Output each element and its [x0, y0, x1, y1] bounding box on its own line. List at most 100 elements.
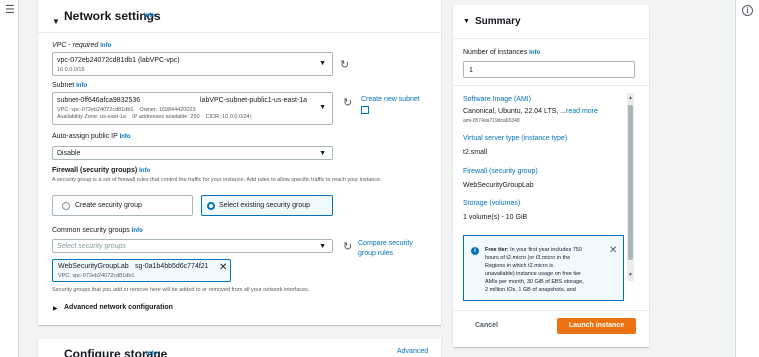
num-instances-value: 1 — [469, 67, 473, 74]
scroll-down-icon[interactable]: ▼ — [628, 272, 633, 278]
scroll-up-icon[interactable]: ▲ — [628, 95, 633, 101]
info-icon[interactable]: i — [742, 5, 753, 16]
free-tier-line: unavailable) instance usage on free tier — [485, 271, 582, 277]
advanced-network-toggle[interactable]: Advanced network configuration — [64, 304, 173, 311]
free-tier-line: AMIs per month, 30 GiB of EBS storage, — [485, 279, 584, 285]
chevron-down-icon: ▼ — [319, 104, 326, 111]
radio-existing-sg[interactable]: Select existing security group — [201, 195, 333, 216]
summary-title: Summary — [475, 16, 521, 27]
radio-selected-icon — [207, 202, 215, 210]
cancel-button[interactable]: Cancel — [475, 322, 498, 329]
num-instances-info-link[interactable]: Info — [529, 50, 540, 56]
free-tier-line: Free tier: In your first year includes 7… — [485, 246, 605, 254]
help-panel-rail: i — [735, 0, 759, 357]
free-tier-alert: i Free tier: In your first year includes… — [463, 235, 624, 301]
auto-ip-select[interactable]: Disable ▼ — [52, 146, 333, 160]
security-groups-select[interactable]: Select security groups ▼ — [52, 239, 333, 253]
info-link[interactable]: Info — [144, 13, 155, 19]
chevron-down-icon: ▼ — [319, 60, 326, 67]
ami-link[interactable]: Software Image (AMI) — [463, 96, 531, 103]
token-id: sg-0a1b4bb5d6c774f21 — [135, 263, 209, 270]
remove-token-icon[interactable]: ✕ — [219, 262, 227, 273]
info-icon: i — [471, 247, 479, 255]
ami-id: ami-0574da719dca65348 — [463, 118, 520, 124]
token-name: WebSecurityGroupLab — [58, 263, 129, 270]
compare-rules-link[interactable]: Compare security group rules — [358, 239, 428, 259]
storage-value: 1 volume(s) - 10 GiB — [463, 214, 528, 221]
firewall-info-link[interactable]: Info — [139, 168, 150, 174]
common-sg-info-link[interactable]: Info — [132, 228, 143, 234]
advanced-link[interactable]: Advanced — [397, 348, 428, 355]
token-vpc: VPC: vpc-072eb24072cd81db1 — [58, 273, 135, 279]
configure-storage-panel: ▼ Configure storage Info Advanced — [38, 339, 441, 357]
auto-ip-label: Auto-assign public IP — [52, 133, 118, 140]
subnet-info-link[interactable]: Info — [76, 83, 87, 89]
vpc-label-row: VPC - required Info — [52, 42, 111, 49]
auto-ip-value: Disable — [57, 150, 81, 157]
vpc-cidr: 10.0.0.0/16 — [57, 67, 85, 73]
common-sg-label-row: Common security groups Info — [52, 227, 143, 234]
subnet-label: Subnet — [52, 82, 75, 89]
ami-read-more-link[interactable]: read more — [566, 108, 598, 115]
subnet-label-row: Subnet Info — [52, 82, 87, 89]
radio-unselected-icon — [62, 202, 70, 210]
instance-type-value: t2.small — [463, 149, 488, 156]
firewall-label-row: Firewall (security groups) Info — [52, 167, 150, 174]
firewall-value: WebSecurityGroupLab — [463, 182, 534, 189]
radio-existing-label: Select existing security group — [219, 202, 311, 209]
subnet-meta-2: Availability Zone: us-east-1a IP address… — [57, 114, 252, 120]
storage-link[interactable]: Storage (volumes) — [463, 200, 520, 207]
launch-instance-button[interactable]: Launch instance — [557, 318, 636, 334]
radio-create-sg[interactable]: Create security group — [52, 195, 193, 216]
collapse-caret-icon[interactable]: ▼ — [463, 18, 470, 25]
common-sg-label: Common security groups — [52, 227, 130, 234]
auto-ip-label-row: Auto-assign public IP Info — [52, 133, 131, 140]
divider — [38, 32, 441, 33]
free-tier-line: Regions in which t2.micro is — [485, 263, 554, 269]
side-nav-rail: ☰ — [0, 0, 19, 357]
firewall-link[interactable]: Firewall (security group) — [463, 168, 538, 175]
vpc-select[interactable]: vpc-072eb24072cd81db1 (labVPC-vpc) 10.0.… — [52, 52, 333, 76]
divider — [453, 310, 649, 311]
divider — [453, 38, 649, 39]
divider — [453, 85, 649, 86]
num-instances-input[interactable]: 1 — [463, 61, 635, 78]
free-tier-text: Free tier: In your first year includes 7… — [485, 246, 605, 294]
menu-icon[interactable]: ☰ — [5, 4, 15, 16]
free-tier-bold: Free tier: — [485, 247, 509, 253]
free-tier-line-text: In your first year includes 750 — [508, 247, 582, 253]
radio-create-label: Create security group — [75, 202, 142, 209]
storage-info-link[interactable]: Info — [146, 351, 157, 357]
num-instances-label: Number of instances — [463, 49, 528, 56]
scroll-thumb[interactable] — [628, 105, 633, 260]
firewall-label: Firewall (security groups) — [52, 167, 138, 174]
vpc-label: VPC - required — [52, 42, 99, 49]
summary-panel: ▼ Summary Number of instances Info 1 Sof… — [453, 5, 649, 347]
chevron-down-icon: ▼ — [319, 243, 326, 250]
refresh-icon[interactable]: ↻ — [343, 96, 352, 109]
chevron-down-icon: ▼ — [319, 150, 326, 157]
auto-ip-info-link[interactable]: Info — [120, 134, 131, 140]
external-link-icon[interactable] — [361, 106, 369, 114]
network-settings-panel: ▼ Network settings Info VPC - required I… — [38, 0, 441, 325]
subnet-name: labVPC-subnet-public1-us-east-1a — [200, 97, 307, 104]
instance-type-link[interactable]: Virtual server type (instance type) — [463, 135, 567, 142]
refresh-icon[interactable]: ↻ — [340, 58, 349, 71]
expand-caret-icon[interactable]: ▶ — [53, 305, 58, 312]
vpc-info-link[interactable]: Info — [100, 43, 111, 49]
selected-sg-token: WebSecurityGroupLab sg-0a1b4bb5d6c774f21… — [52, 259, 231, 282]
refresh-icon[interactable]: ↻ — [343, 240, 352, 253]
ami-value: Canonical, Ubuntu, 22.04 LTS, ... — [463, 108, 566, 115]
vpc-value: vpc-072eb24072cd81db1 (labVPC-vpc) — [57, 57, 180, 64]
close-icon[interactable]: ✕ — [609, 245, 617, 256]
collapse-caret-icon[interactable]: ▼ — [52, 11, 60, 29]
subnet-meta-1: VPC: vpc-072eb24072cd81db1 Owner: 169844… — [57, 107, 196, 113]
firewall-description: A security group is a set of firewall ru… — [52, 177, 382, 183]
subnet-select[interactable]: subnet-0ff646afca9832536 labVPC-subnet-p… — [52, 92, 333, 125]
collapse-caret-icon[interactable]: ▼ — [52, 350, 60, 357]
create-subnet-link[interactable]: Create new subnet — [361, 96, 420, 103]
summary-scrollbar[interactable]: ▲ ▼ — [627, 93, 634, 281]
ami-value-row: Canonical, Ubuntu, 22.04 LTS, ...read mo… — [463, 108, 598, 115]
sg-note: Security groups that you add or remove h… — [52, 287, 310, 293]
free-tier-line: 2 million IOs, 1 GB of snapshots, and — [485, 287, 576, 293]
